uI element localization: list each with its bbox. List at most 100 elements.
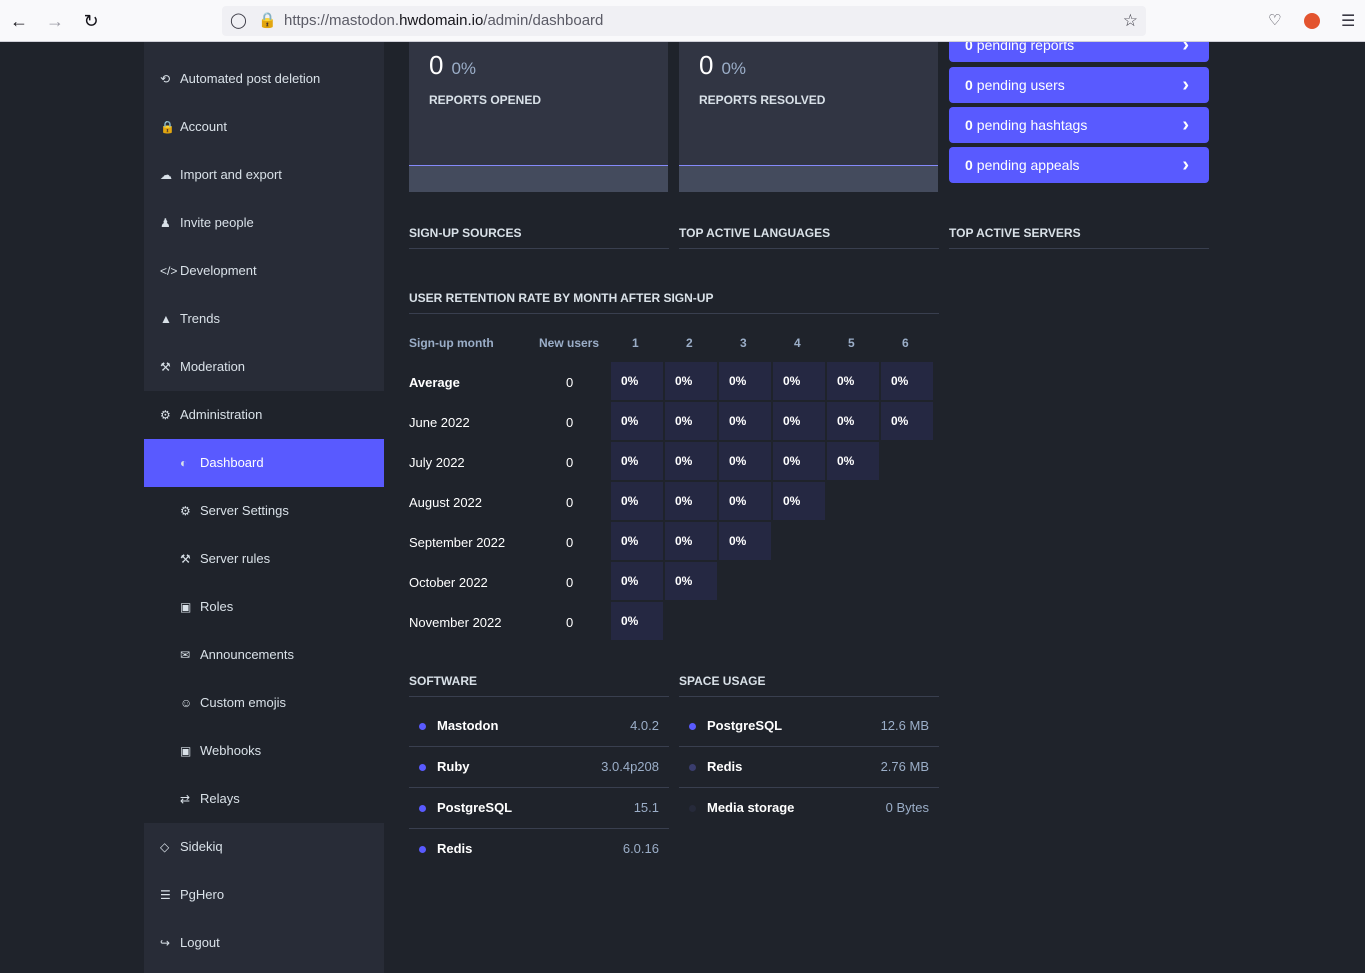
- pending-count: 0: [965, 117, 973, 133]
- sidebar-item-import-and-export[interactable]: ☁ Import and export: [144, 151, 384, 199]
- url-bar[interactable]: ◯ 🔒 https://mastodon.hwdomain.io/admin/d…: [222, 6, 1146, 36]
- sidebar-item-administration[interactable]: ⚙ Administration: [144, 391, 384, 439]
- retention-cell: 0%: [611, 562, 663, 600]
- sidebar-item-label: Automated post deletion: [180, 71, 321, 86]
- browser-toolbar: ← → ↻ ◯ 🔒 https://mastodon.hwdomain.io/a…: [0, 0, 1365, 42]
- retention-column-header: Sign-up month: [409, 336, 494, 350]
- bullhorn-icon: ✉: [180, 648, 191, 662]
- retention-row-month: October 2022: [409, 575, 488, 590]
- id-card-icon: ▣: [180, 600, 192, 614]
- retention-cell: 0%: [719, 362, 771, 400]
- retention-cell: 0%: [611, 482, 663, 520]
- firefox-account-icon[interactable]: [1304, 13, 1320, 29]
- legend-dot: [689, 764, 696, 771]
- dimension-key: Mastodon: [437, 718, 499, 733]
- pending-text: pending users: [976, 77, 1065, 93]
- pending-users-button[interactable]: 0 pending users ›: [949, 67, 1209, 103]
- retention-cell: 0%: [611, 402, 663, 440]
- sidebar-item-relays[interactable]: ⇄ Relays: [164, 775, 384, 823]
- sidebar-item-server-settings[interactable]: ⚙ Server Settings: [164, 487, 384, 535]
- sidebar-item-server-rules[interactable]: ⚒ Server rules: [164, 535, 384, 583]
- bookmark-star-icon[interactable]: ☆: [1123, 6, 1138, 36]
- dimension-key: Redis: [707, 759, 743, 774]
- sidebar-item-announcements[interactable]: ✉ Announcements: [164, 631, 384, 679]
- back-arrow-icon[interactable]: ←: [8, 10, 30, 32]
- retention-row-month: Average: [409, 375, 460, 390]
- dimension-row: Ruby 3.0.4p208: [409, 747, 669, 788]
- space-usage-heading: SPACE USAGE: [679, 674, 939, 697]
- pending-text: pending appeals: [976, 157, 1080, 173]
- pending-text: pending hashtags: [976, 117, 1088, 133]
- retention-cell: 0%: [827, 442, 879, 480]
- legend-dot: [419, 846, 426, 853]
- sidebar-item-logout[interactable]: ↪ Logout: [144, 919, 384, 967]
- retention-cell: 0%: [665, 402, 717, 440]
- sidebar-item-development[interactable]: </> Development: [144, 247, 384, 295]
- cogs-icon: ⚙: [180, 504, 191, 518]
- card-value: 0 0%: [429, 50, 477, 80]
- top-languages-heading: TOP ACTIVE LANGUAGES: [679, 226, 939, 249]
- sidebar-item-pghero[interactable]: ☰ PgHero: [144, 871, 384, 919]
- sidebar-item-label: Trends: [180, 311, 220, 326]
- pending-appeals-button[interactable]: 0 pending appeals ›: [949, 147, 1209, 183]
- cogs-icon: ⚙: [160, 408, 171, 422]
- menu-icon[interactable]: ☰: [1341, 11, 1355, 31]
- chevron-right-icon: ›: [1182, 154, 1189, 176]
- dimension-value: 3.0.4p208: [601, 759, 659, 774]
- sparkline: [409, 165, 668, 192]
- inbox-icon: ▣: [180, 744, 192, 758]
- shield-icon[interactable]: ◯: [230, 6, 247, 36]
- sidebar-item-label: Relays: [200, 791, 240, 806]
- retention-cell: 0%: [773, 482, 825, 520]
- sidebar-item-webhooks[interactable]: ▣ Webhooks: [164, 727, 384, 775]
- sidebar-item-label: Invite people: [180, 215, 254, 230]
- sidebar-item-moderation[interactable]: ⚒ Moderation: [144, 343, 384, 391]
- diamond-icon: ◇: [160, 840, 170, 854]
- dimension-key: Redis: [437, 841, 473, 856]
- sidebar-item-label: Development: [180, 263, 257, 278]
- retention-cell: 0%: [611, 442, 663, 480]
- software-heading: SOFTWARE: [409, 674, 669, 697]
- dimension-value: 4.0.2: [630, 718, 659, 733]
- reload-icon[interactable]: ↻: [80, 10, 102, 32]
- lock-icon[interactable]: 🔒: [258, 6, 277, 36]
- sidebar-item-sidekiq[interactable]: ◇ Sidekiq: [144, 823, 384, 871]
- retention-cell: 0%: [665, 562, 717, 600]
- pending-hashtags-button[interactable]: 0 pending hashtags ›: [949, 107, 1209, 143]
- sidebar-item-trends[interactable]: ▲ Trends: [144, 295, 384, 343]
- sidebar-item-label: Logout: [180, 935, 220, 950]
- retention-row-month: November 2022: [409, 615, 502, 630]
- user-plus-icon: ♟: [160, 216, 171, 230]
- sign-out-icon: ↪: [160, 936, 171, 950]
- legend-dot: [689, 723, 696, 730]
- retention-row-new-users: 0: [566, 615, 574, 630]
- forward-arrow-icon[interactable]: →: [44, 10, 66, 32]
- retention-cell: 0%: [665, 442, 717, 480]
- retention-row-new-users: 0: [566, 455, 574, 470]
- sidebar-item-invite-people[interactable]: ♟ Invite people: [144, 199, 384, 247]
- legend-dot: [419, 805, 426, 812]
- retention-cell: 0%: [665, 482, 717, 520]
- pocket-icon[interactable]: ♡: [1268, 11, 1281, 29]
- sidebar-item-label: Import and export: [180, 167, 282, 182]
- card-label: REPORTS RESOLVED: [699, 93, 826, 107]
- sidebar-item-account[interactable]: 🔒 Account: [144, 103, 384, 151]
- retention-cell: 0%: [611, 522, 663, 560]
- gavel-icon: ⚒: [180, 552, 191, 566]
- gavel-icon: ⚒: [160, 360, 171, 374]
- sidebar-item-label: Account: [180, 119, 227, 134]
- database-icon: ☰: [160, 888, 171, 902]
- retention-column-header: 2: [686, 336, 693, 350]
- signup-sources-heading: SIGN-UP SOURCES: [409, 226, 669, 249]
- smile-icon: ☺: [180, 696, 193, 710]
- retention-column-header: New users: [539, 336, 600, 350]
- sidebar-item-automated-post-deletion[interactable]: ⟲ Automated post deletion: [144, 55, 384, 103]
- dimension-row: Redis 6.0.16: [409, 829, 669, 870]
- sidebar-item-custom-emojis[interactable]: ☺ Custom emojis: [164, 679, 384, 727]
- sidebar-item-roles[interactable]: ▣ Roles: [164, 583, 384, 631]
- retention-cell: 0%: [611, 362, 663, 400]
- sidebar-item-dashboard[interactable]: ◐ Dashboard: [144, 439, 384, 487]
- legend-dot: [419, 764, 426, 771]
- dimension-row: Media storage 0 Bytes: [679, 788, 939, 829]
- retention-cell: 0%: [665, 522, 717, 560]
